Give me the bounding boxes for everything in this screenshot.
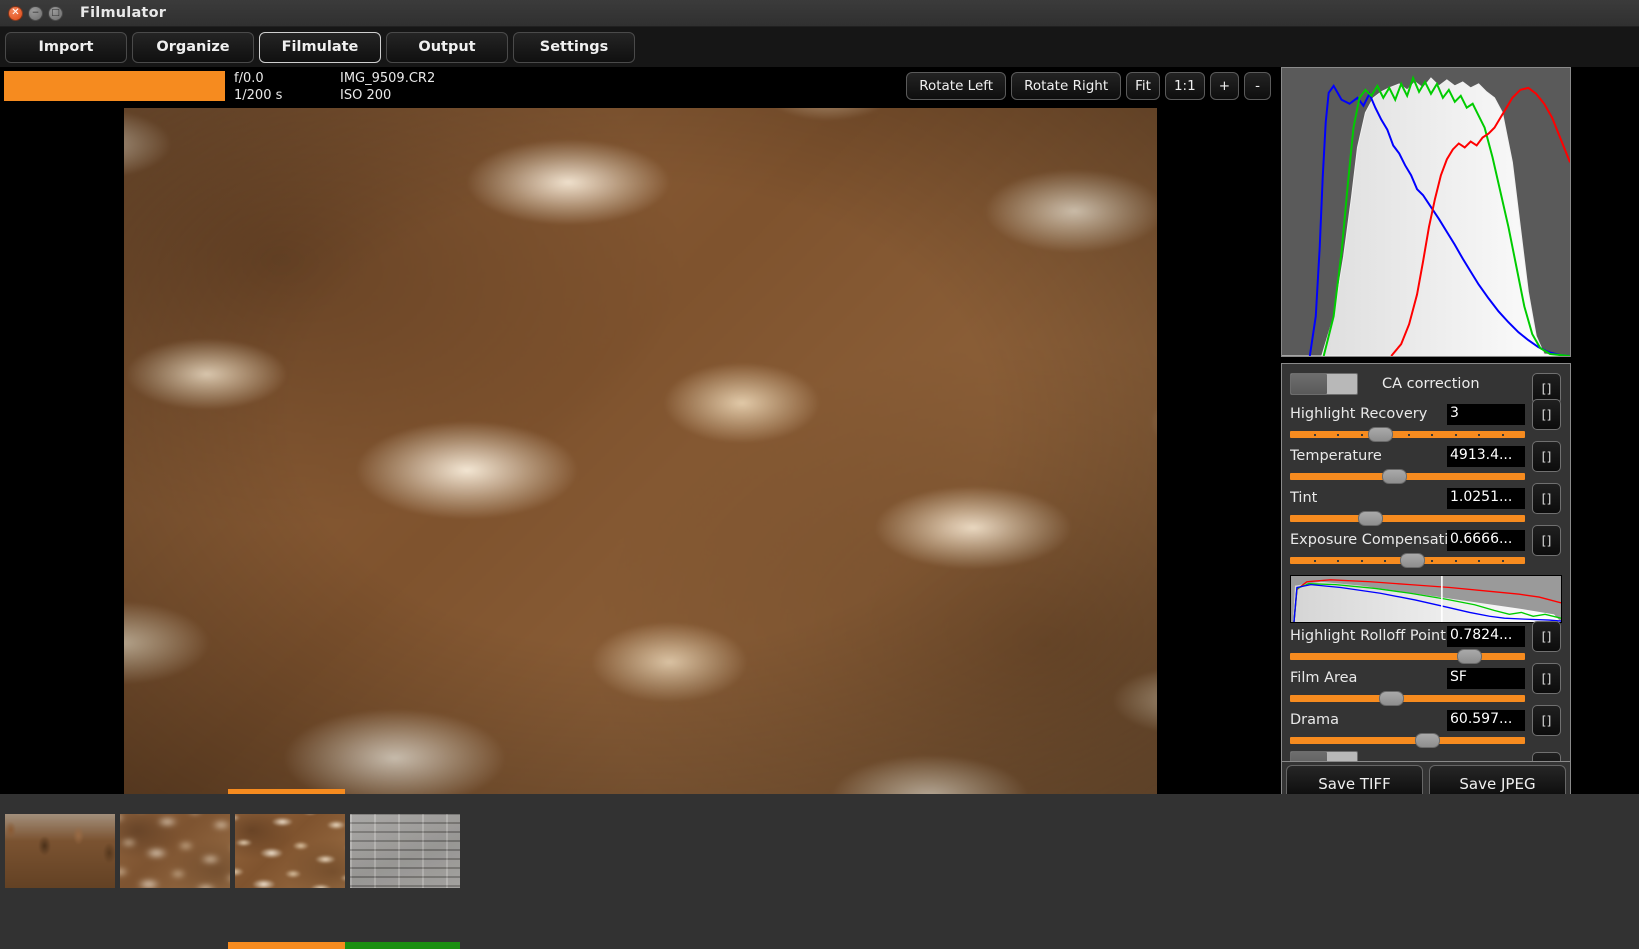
image-column: f/0.0 1/200 s IMG_9509.CR2 ISO 200 Rotat… — [0, 67, 1279, 794]
thumbnail-4[interactable] — [350, 814, 460, 888]
slider-drama: Drama 60.597... [] — [1282, 710, 1571, 752]
slider-handle[interactable] — [1368, 427, 1393, 442]
slider-track[interactable] — [1290, 515, 1525, 522]
slider-value-field[interactable]: 4913.4... — [1447, 446, 1525, 467]
tab-output[interactable]: Output — [386, 32, 508, 63]
slider-label: Highlight Rolloff Point — [1290, 628, 1446, 644]
image-info-bar: f/0.0 1/200 s IMG_9509.CR2 ISO 200 Rotat… — [0, 67, 1279, 106]
progress-bar-orange — [228, 942, 345, 949]
slider-film-area: Film Area SF [] — [1282, 668, 1571, 710]
right-panel: CA correction [] Highlight Recovery 3 [] — [1279, 67, 1639, 794]
slider-highlight-recovery: Highlight Recovery 3 [] — [1282, 404, 1571, 446]
thumbnail-3[interactable] — [235, 814, 345, 888]
maximize-icon[interactable]: □ — [48, 6, 63, 21]
slider-handle[interactable] — [1379, 691, 1404, 706]
main-photo-preview[interactable] — [124, 108, 1157, 794]
shutter-speed-label: 1/200 s — [234, 87, 282, 104]
load-progress-bar — [4, 71, 225, 101]
zoom-out-button[interactable]: - — [1244, 72, 1271, 100]
one-to-one-button[interactable]: 1:1 — [1165, 72, 1205, 100]
histogram-chart — [1282, 68, 1570, 356]
slider-label: Film Area — [1290, 670, 1357, 686]
thumbnail-1[interactable] — [5, 814, 115, 888]
tab-organize[interactable]: Organize — [132, 32, 254, 63]
slider-value-field[interactable]: 0.7824... — [1447, 626, 1525, 647]
slider-temperature: Temperature 4913.4... [] — [1282, 446, 1571, 488]
slider-reset-button[interactable]: [] — [1532, 525, 1561, 556]
rotate-left-button[interactable]: Rotate Left — [906, 72, 1006, 100]
next-toggle[interactable] — [1290, 751, 1358, 761]
thumbnail-list — [5, 814, 460, 888]
slider-track[interactable] — [1290, 737, 1525, 744]
slider-label: Drama — [1290, 712, 1339, 728]
slider-label: Highlight Recovery — [1290, 406, 1427, 422]
filmstrip — [0, 794, 1639, 949]
slider-handle[interactable] — [1358, 511, 1383, 526]
slider-track[interactable] — [1290, 431, 1525, 438]
aperture-label: f/0.0 — [234, 70, 264, 87]
slider-value-field[interactable]: 0.6666... — [1447, 530, 1525, 551]
iso-label: ISO 200 — [340, 87, 391, 104]
window-title: Filmulator — [80, 5, 166, 21]
histogram-panel — [1281, 67, 1571, 357]
ca-correction-toggle[interactable] — [1290, 373, 1358, 395]
close-icon[interactable]: ✕ — [8, 6, 23, 21]
slider-reset-button[interactable]: [] — [1532, 621, 1561, 652]
tab-settings[interactable]: Settings — [513, 32, 635, 63]
photo-image — [124, 108, 1157, 794]
slider-handle[interactable] — [1415, 733, 1440, 748]
slider-reset-button[interactable]: [] — [1532, 483, 1561, 514]
progress-bar-green — [345, 942, 460, 949]
slider-track[interactable] — [1290, 695, 1525, 702]
slider-reset-button[interactable]: [] — [1532, 705, 1561, 736]
tool-panel: CA correction [] Highlight Recovery 3 [] — [1281, 363, 1571, 761]
ca-correction-label: CA correction — [1382, 376, 1480, 392]
slider-value-field[interactable]: 3 — [1447, 404, 1525, 425]
slider-reset-button[interactable]: [] — [1532, 399, 1561, 430]
slider-tint: Tint 1.0251... [] — [1282, 488, 1571, 530]
window-controls: ✕ − □ — [8, 6, 63, 21]
filename-label: IMG_9509.CR2 — [340, 70, 435, 87]
tone-curve-chart — [1291, 576, 1561, 622]
next-toggle-row — [1282, 752, 1571, 761]
slider-exposure-compensation: Exposure Compensati... 0.6666... [] — [1282, 530, 1571, 572]
slider-handle[interactable] — [1400, 553, 1425, 568]
title-bar: ✕ − □ Filmulator — [0, 0, 1639, 27]
slider-value-field[interactable]: SF — [1447, 668, 1525, 689]
main-tab-bar: Import Organize Filmulate Output Setting… — [0, 27, 1639, 67]
next-toggle-reset-button[interactable] — [1532, 752, 1561, 761]
slider-track[interactable] — [1290, 473, 1525, 480]
filmulator-window: ✕ − □ Filmulator Import Organize Filmula… — [0, 0, 1639, 949]
tone-curve-preview — [1290, 575, 1562, 623]
slider-label: Exposure Compensati... — [1290, 532, 1462, 548]
slider-value-field[interactable]: 1.0251... — [1447, 488, 1525, 509]
thumbnail-2[interactable] — [120, 814, 230, 888]
slider-value-field[interactable]: 60.597... — [1447, 710, 1525, 731]
slider-track[interactable] — [1290, 557, 1525, 564]
slider-label: Tint — [1290, 490, 1317, 506]
tab-import[interactable]: Import — [5, 32, 127, 63]
minimize-icon[interactable]: − — [28, 6, 43, 21]
fit-button[interactable]: Fit — [1126, 72, 1160, 100]
toggle-knob-icon — [1291, 374, 1327, 394]
slider-label: Temperature — [1290, 448, 1382, 464]
tool-list: CA correction [] Highlight Recovery 3 [] — [1282, 364, 1571, 761]
slider-handle[interactable] — [1382, 469, 1407, 484]
slider-reset-button[interactable]: [] — [1532, 441, 1561, 472]
slider-reset-button[interactable]: [] — [1532, 663, 1561, 694]
ca-correction-row: CA correction [] — [1282, 364, 1571, 404]
slider-highlight-rolloff-point: Highlight Rolloff Point 0.7824... [] — [1282, 626, 1571, 668]
slider-ticks — [1290, 431, 1525, 438]
rotate-right-button[interactable]: Rotate Right — [1011, 72, 1121, 100]
tab-filmulate[interactable]: Filmulate — [259, 32, 381, 63]
zoom-in-button[interactable]: + — [1210, 72, 1239, 100]
view-controls: Rotate Left Rotate Right Fit 1:1 + - — [906, 72, 1271, 100]
filmstrip-progress-bars — [228, 942, 460, 949]
slider-handle[interactable] — [1457, 649, 1482, 664]
slider-track[interactable] — [1290, 653, 1525, 660]
toggle-knob-icon — [1291, 752, 1327, 761]
